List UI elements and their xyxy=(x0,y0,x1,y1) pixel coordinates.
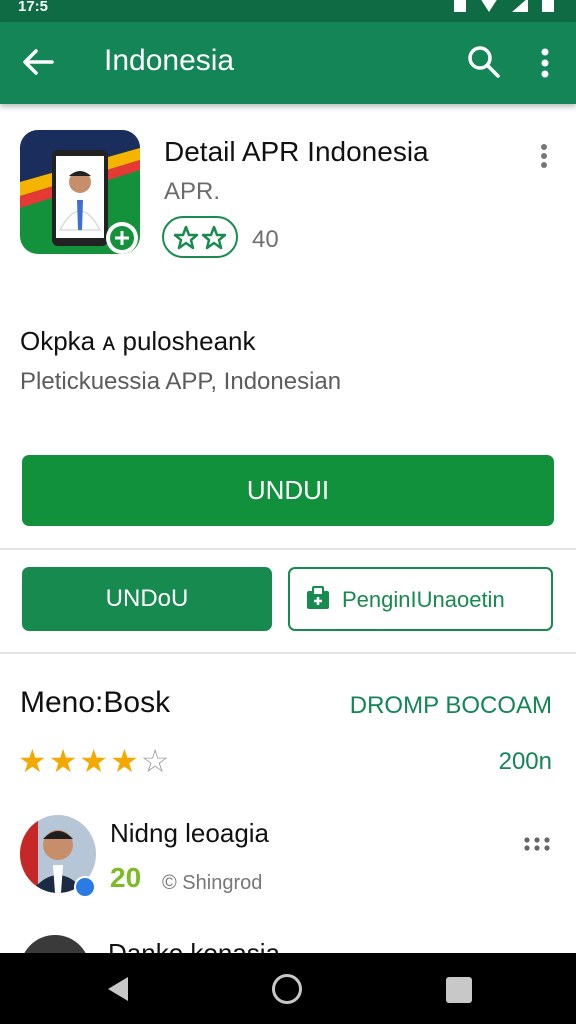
search-button[interactable] xyxy=(464,42,504,82)
wifi-icon xyxy=(480,0,498,12)
wishlist-label: PenginIUnaoetin xyxy=(342,587,505,612)
rating-stars: ★ ★ ★ ★ ☆ xyxy=(18,744,169,778)
review-total: 200n xyxy=(498,748,552,775)
page-title: Indonesia xyxy=(104,44,235,77)
battery-icon xyxy=(542,0,554,12)
star-icon xyxy=(173,225,227,250)
star-icon: ★ xyxy=(48,743,78,779)
app-more-button[interactable] xyxy=(534,142,554,172)
rating-badge xyxy=(162,216,238,258)
wishlist-button[interactable]: PenginIUnaoetin xyxy=(288,567,553,631)
app-name: Detail APR Indonesia xyxy=(164,136,429,167)
install-button[interactable]: UNDUI xyxy=(22,455,554,526)
nav-back-icon xyxy=(108,977,128,1001)
reviewer-meta: © Shingrod xyxy=(162,872,263,894)
status-bar: 17:5 xyxy=(0,0,576,22)
divider xyxy=(0,652,576,654)
app-logo-icon xyxy=(20,130,140,254)
app-header: Detail APR Indonesia APR. 40 Okpka ᴀ pul… xyxy=(0,104,576,544)
notification-icon xyxy=(454,0,466,12)
rating-count: 40 xyxy=(252,226,279,253)
signal-icon xyxy=(512,0,528,12)
verified-icon xyxy=(74,876,96,898)
star-icon: ★ xyxy=(18,743,47,779)
reviewer-score: 20 xyxy=(110,862,142,893)
back-button[interactable] xyxy=(18,42,58,82)
reviews-see-all-link[interactable]: DROMP BOCOAM xyxy=(350,692,552,720)
search-icon xyxy=(468,46,500,78)
app-bar: Indonesia xyxy=(0,22,576,104)
system-nav-bar xyxy=(0,953,576,1024)
status-icons xyxy=(454,0,554,12)
star-icon: ★ xyxy=(110,743,139,779)
description-subtitle: Pletickuessia APP, Indonesian xyxy=(20,368,342,395)
more-horiz-icon xyxy=(524,837,550,851)
app-icon[interactable] xyxy=(20,130,140,254)
nav-recent-icon[interactable] xyxy=(446,977,472,1003)
reviewer-name: Nidng leoagia xyxy=(110,818,270,848)
nav-back-button[interactable] xyxy=(104,975,132,1003)
back-arrow-icon xyxy=(23,49,54,75)
bookmark-icon xyxy=(307,586,329,609)
nav-home-icon[interactable] xyxy=(272,974,302,1004)
review-more-button[interactable] xyxy=(522,834,552,854)
more-vert-icon xyxy=(541,48,549,78)
more-vert-icon xyxy=(541,144,547,168)
description-title: Okpka ᴀ pulosheank xyxy=(20,326,256,356)
reviews-title: Meno:Bosk xyxy=(20,686,171,719)
divider xyxy=(0,548,576,550)
app-developer[interactable]: APR. xyxy=(164,178,220,206)
status-time: 17:5 xyxy=(18,0,49,15)
open-button[interactable]: UNDoU xyxy=(22,567,272,631)
overflow-menu-button[interactable] xyxy=(530,44,560,84)
star-outline-icon: ☆ xyxy=(140,743,170,779)
star-icon: ★ xyxy=(79,743,109,779)
